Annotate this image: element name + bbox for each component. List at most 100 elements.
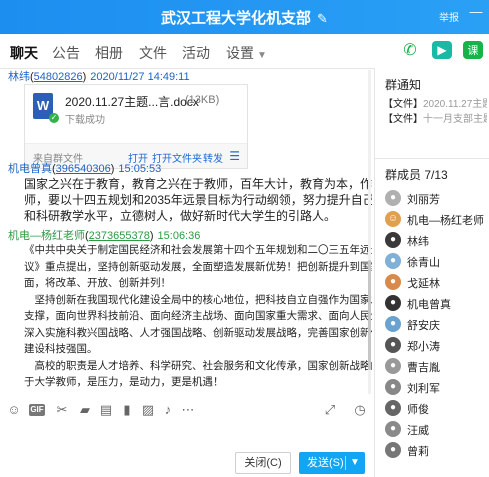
edit-icon[interactable]: ✎	[317, 11, 328, 26]
group-title: 武汉工程大学化机支部 ✎	[0, 7, 489, 28]
avatar-icon: ●	[385, 442, 401, 458]
tab-settings[interactable]: 设置 ▼	[226, 43, 267, 63]
scrollbar-thumb[interactable]	[368, 260, 371, 370]
message-input[interactable]	[0, 422, 372, 452]
message-line: 面，将改革、开放、创新并列！	[24, 277, 171, 289]
avatar-icon: ●	[385, 274, 401, 290]
sender-qq[interactable]: 2373655378	[89, 230, 150, 242]
tab-chat[interactable]: 聊天	[10, 43, 38, 63]
tab-label: 聊天	[10, 45, 38, 61]
avatar-icon: ●	[385, 379, 401, 395]
message-header: 机电—杨红老师(2373655378) 15:06:36	[8, 230, 201, 242]
member-name: 师俊	[407, 404, 429, 416]
group-sidebar: 群通知 【文件】2020.11.27主题党日 【文件】十一月支部主题党日 群成员…	[374, 68, 489, 477]
tab-activity[interactable]: 活动	[182, 43, 210, 63]
message-line: 深入实施科教兴国战略、人才强国战略、创新驱动发展战略，完善国家创新体系，加快	[24, 326, 372, 339]
tab-label: 公告	[52, 45, 80, 61]
members-title: 群成员 7/13	[385, 168, 448, 182]
file-icon[interactable]: ▤	[98, 402, 114, 418]
folder-icon[interactable]: ▰	[77, 402, 93, 418]
message-line: 议》重点提出，坚持创新驱动发展，全面塑造发展新优势！把创新提升到国家战略层	[24, 260, 372, 273]
avatar-icon: ●	[385, 400, 401, 416]
file-size: (13KB)	[185, 94, 220, 106]
file-name: 2020.11.27主题...言.docx	[65, 95, 199, 109]
sender-name[interactable]: 林纬	[8, 71, 30, 83]
send-button[interactable]: 发送(S) ▼	[299, 452, 365, 474]
notice-text: 2020.11.27主题党日	[423, 99, 487, 110]
menu-icon[interactable]: ☰	[229, 149, 240, 163]
sender-name[interactable]: 机电曾真	[8, 163, 52, 175]
group-name: 武汉工程大学化机支部	[161, 10, 312, 27]
chevron-down-icon: ▼	[257, 50, 267, 61]
member-name: 机电曾真	[407, 299, 451, 311]
avatar-icon: ●	[385, 190, 401, 206]
image-icon[interactable]: ▨	[140, 402, 156, 418]
avatar-icon: ●	[385, 253, 401, 269]
notice-title: 群通知	[385, 78, 422, 92]
message-line: 坚持创新在我国现代化建设全局中的核心地位，把科技自立自强作为国家发展的战略	[34, 293, 372, 306]
close-button[interactable]: 关闭(C)	[235, 452, 291, 474]
emoji-icon[interactable]: ☺	[6, 402, 22, 418]
chevron-down-icon[interactable]: ▼	[350, 452, 360, 474]
tab-album[interactable]: 相册	[95, 43, 123, 63]
forward-link[interactable]: 转发	[203, 150, 223, 165]
notice-tag: 【文件】	[383, 114, 423, 125]
sender-qq[interactable]: 54802826	[34, 71, 83, 83]
send-label: 发送(S)	[307, 457, 344, 469]
expand-icon[interactable]: ⤢	[322, 402, 338, 418]
tab-files[interactable]: 文件	[139, 43, 167, 63]
more-icon[interactable]: ⋯	[180, 402, 196, 418]
check-icon: ✓	[49, 113, 59, 123]
send-divider	[345, 456, 346, 470]
member-name: 刘丽芳	[407, 194, 440, 206]
notice-item[interactable]: 【文件】十一月支部主题党日	[383, 110, 487, 125]
message-line: 支撑，面向世界科技前沿、面向经济主战场、面向国家重大需求、面向人民生命健康，	[24, 310, 372, 322]
member-name: 汪威	[407, 425, 429, 437]
mic-icon[interactable]: ♪	[160, 402, 176, 418]
history-icon[interactable]: ◷	[352, 402, 368, 418]
notice-item[interactable]: 【文件】2020.11.27主题党日	[383, 95, 487, 110]
member-name: 戈延林	[407, 278, 440, 290]
tab-label: 文件	[139, 45, 167, 61]
chat-scrollbar[interactable]	[368, 70, 371, 394]
input-toolbar: ☺ GIF ✂ ▰ ▤ ▮ ▨ ♪ ⋯ ⤢ ◷	[0, 398, 372, 422]
classroom-icon[interactable]: 课	[463, 41, 483, 59]
member-name: 机电—杨红老师	[407, 215, 484, 227]
message-time: 15:06:36	[157, 230, 201, 242]
message-line: 《中共中央关于制定国民经济和社会发展第十四个五年规划和二〇三五年远景目标的建	[24, 244, 372, 256]
message-line: 高校的职责是人才培养、科学研究、社会服务和文化传承，国家创新战略的提出，对	[34, 359, 372, 372]
message-time: 2020/11/27 14:49:11	[90, 71, 190, 83]
report-link[interactable]: 举报	[439, 9, 459, 24]
notice-tag: 【文件】	[383, 99, 423, 110]
member-name: 刘利军	[407, 383, 440, 395]
sender-qq[interactable]: 396540306	[56, 163, 111, 175]
file-card[interactable]: W ✓ 2020.11.27主题...言.docx (13KB) 下载成功 来自…	[24, 84, 248, 169]
avatar-icon: ●	[385, 232, 401, 248]
voice-icon[interactable]: ▮	[119, 402, 135, 418]
tab-announcement[interactable]: 公告	[52, 43, 80, 63]
message-header: 机电曾真(396540306) 15:05:53	[8, 163, 162, 175]
avatar-icon: ☺	[385, 211, 401, 227]
avatar-icon: ●	[385, 337, 401, 353]
tab-label: 活动	[182, 45, 210, 61]
window-titlebar: 武汉工程大学化机支部 ✎ 举报 —	[0, 0, 489, 34]
avatar-icon: ●	[385, 295, 401, 311]
minimize-icon[interactable]: —	[469, 5, 483, 20]
sender-name[interactable]: 机电—杨红老师	[8, 230, 85, 242]
video-icon[interactable]: ▶	[432, 41, 452, 59]
message-line: 和科研教学水平，立德树人，做好新时代大学生的引路人。	[24, 209, 337, 223]
tab-label: 设置	[226, 45, 254, 61]
tab-bar: 聊天 公告 相册 文件 活动 设置 ▼ ✆ ▶ 课	[0, 34, 489, 69]
file-status: 下载成功	[65, 115, 105, 126]
message-line: 师，要以十四五规划和2035年远景目标为行动纲领，努力提升自己的综合素质	[24, 193, 372, 207]
avatar-icon: ●	[385, 358, 401, 374]
message-text: 国家之兴在于教育，教育之兴在于教师，百年大计，教育为本，作为高校教 师，要以十四…	[24, 176, 372, 224]
member-name: 曹吉胤	[407, 362, 440, 374]
scissors-icon[interactable]: ✂	[54, 402, 70, 418]
member-name: 曾莉	[407, 446, 429, 458]
notice-text: 十一月支部主题党日	[423, 114, 487, 125]
divider	[375, 158, 489, 159]
gif-icon[interactable]: GIF	[29, 404, 45, 416]
phone-icon[interactable]: ✆	[400, 41, 420, 59]
message-text: 《中共中央关于制定国民经济和社会发展第十四个五年规划和二〇三五年远景目标的建 议…	[24, 242, 372, 391]
